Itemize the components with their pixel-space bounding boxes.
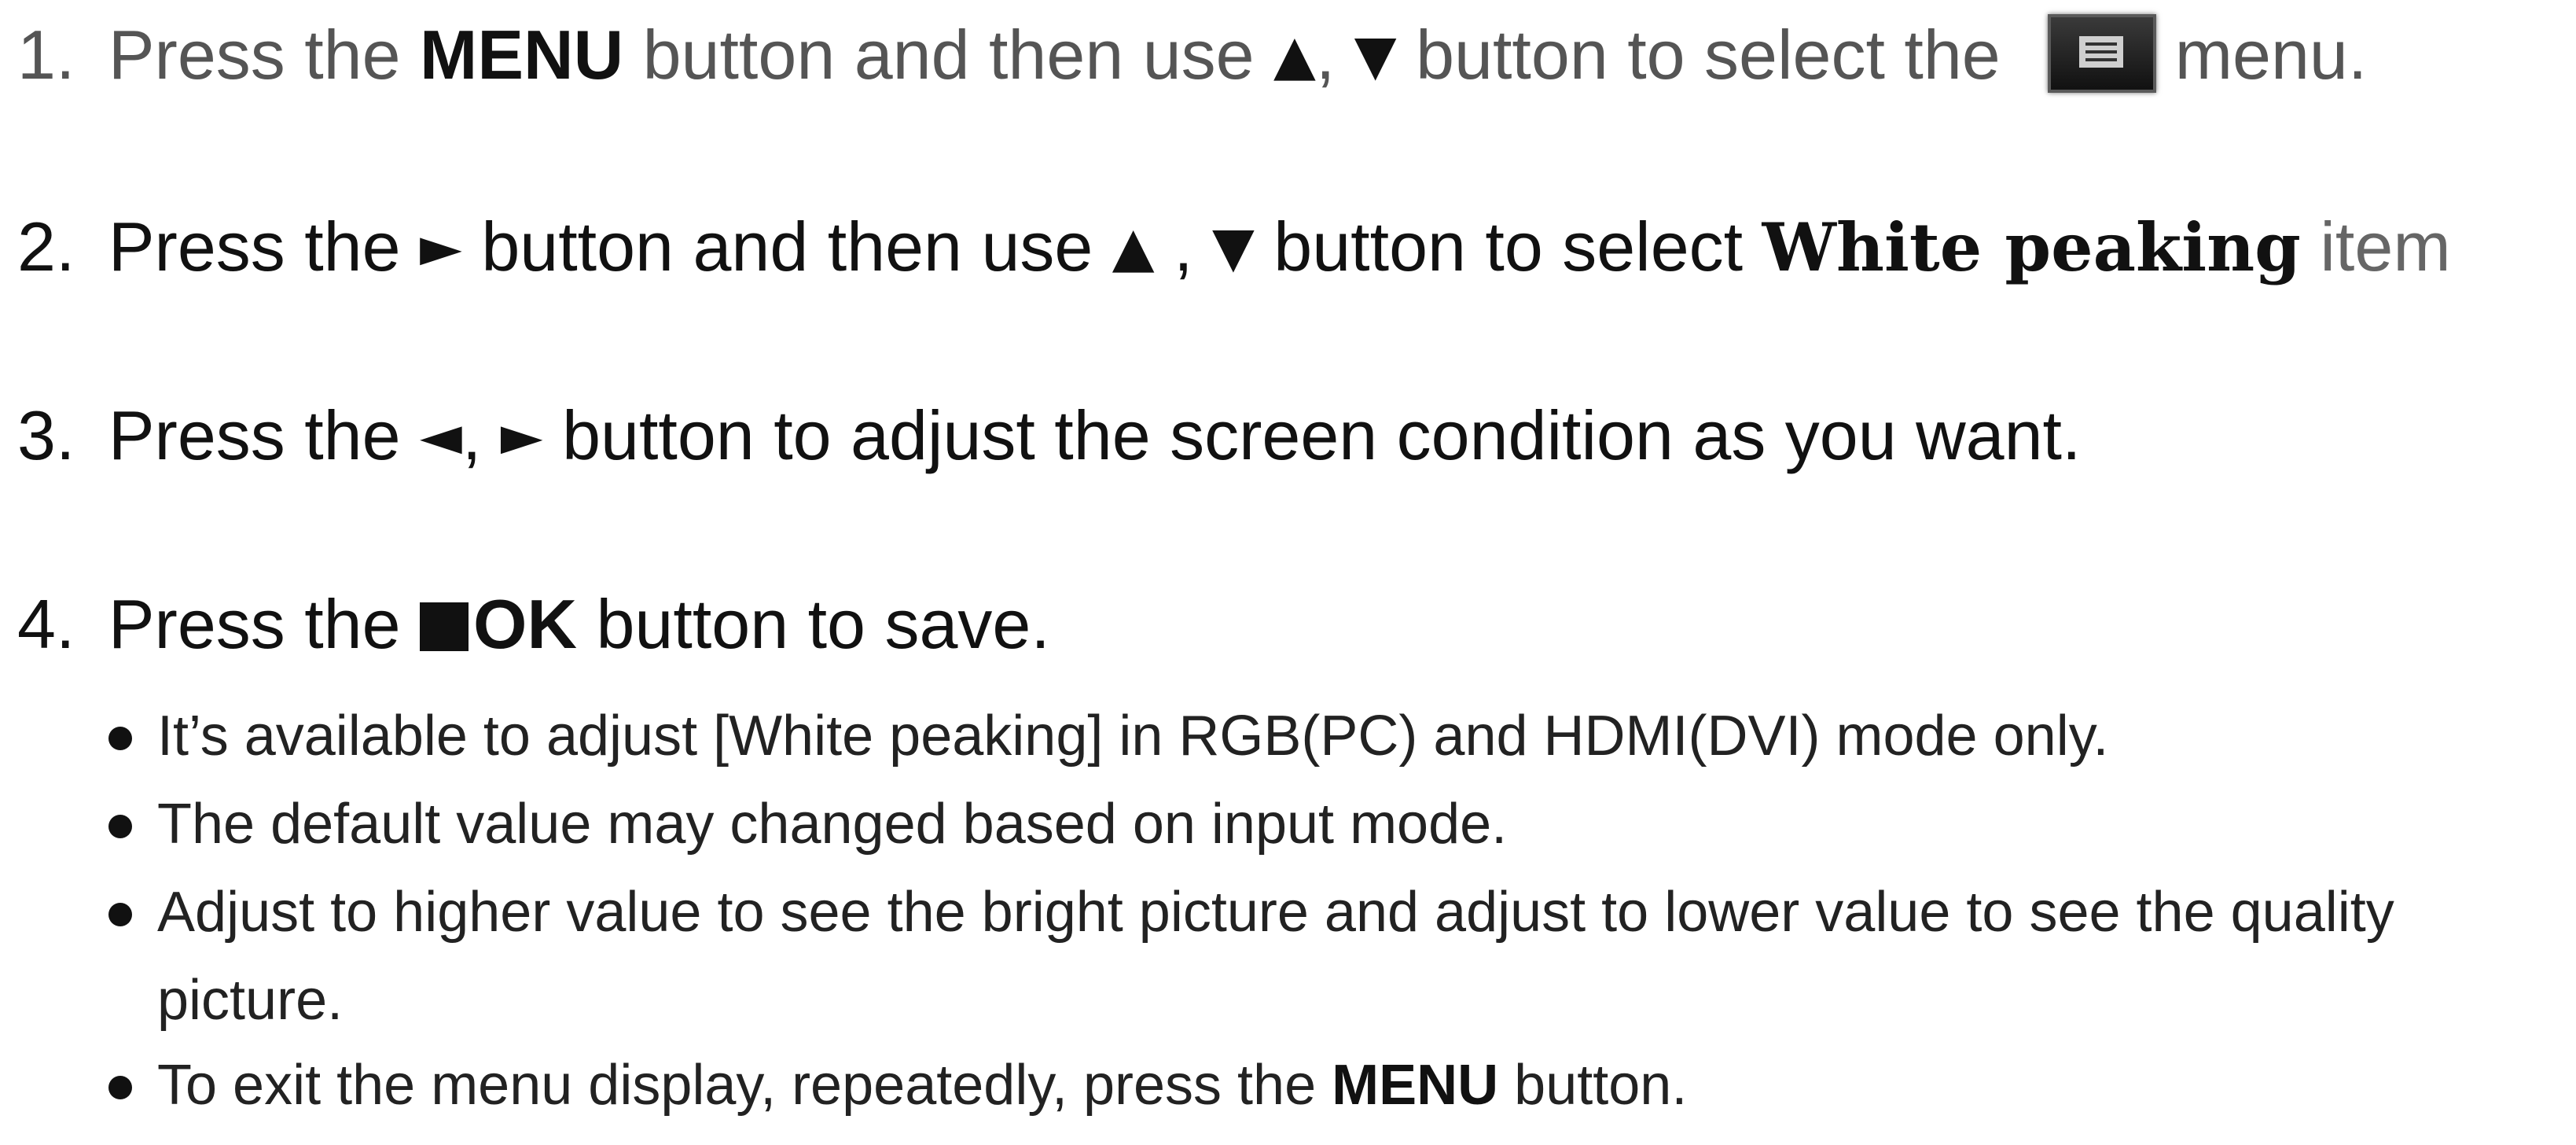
step-1: 1. Press the MENU button and then use ▲,… — [17, 14, 2367, 93]
up-arrow-icon: ▲ — [1112, 215, 1155, 279]
note-text: To exit the menu display, repeatedly, pr… — [157, 1054, 1317, 1117]
note-item: The default value may changed based on i… — [108, 796, 2576, 852]
step-number: 4. — [17, 585, 75, 663]
separator: , — [461, 396, 482, 474]
step-number: 2. — [17, 208, 75, 285]
separator: , — [1154, 208, 1193, 285]
menu-button-label: MENU — [1332, 1054, 1499, 1117]
step-text: menu. — [2174, 16, 2368, 94]
step-text: Press the — [108, 585, 401, 663]
white-peaking-label: White peaking — [1762, 208, 2301, 286]
note-item: To exit the menu display, repeatedly, pr… — [108, 1057, 2576, 1114]
step-text: button to adjust the screen condition as… — [562, 396, 2082, 474]
step-text: button to save. — [596, 585, 1050, 663]
notes-list: It’s available to adjust [White peaking]… — [108, 708, 2576, 1145]
step-4: 4. Press the OK button to save. — [17, 590, 1050, 659]
step-number: 3. — [17, 396, 75, 474]
step-text: button to select the — [1416, 16, 2001, 94]
menu-button-label: MENU — [420, 16, 624, 94]
bullet-icon — [108, 903, 132, 926]
right-arrow-icon: ► — [500, 403, 543, 468]
step-2: 2. Press the ► button and then use ▲ , ▼… — [17, 212, 2451, 282]
step-text: button to select — [1273, 208, 1744, 285]
note-text: The default value may changed based on i… — [157, 793, 1508, 856]
ok-button-label: OK — [473, 585, 578, 663]
step-text: Press the — [108, 16, 401, 94]
up-arrow-icon: ▲ — [1273, 23, 1316, 87]
down-arrow-icon: ▼ — [1354, 23, 1397, 87]
note-item: It’s available to adjust [White peaking]… — [108, 708, 2576, 764]
step-text: button and then use — [642, 16, 1255, 94]
ok-square-icon — [420, 602, 469, 651]
bullet-icon — [108, 815, 132, 838]
left-arrow-icon: ◄ — [420, 403, 462, 468]
step-number: 1. — [17, 16, 75, 94]
step-text: Press the — [108, 396, 401, 474]
picture-menu-icon — [2047, 14, 2156, 93]
note-text: It’s available to adjust [White peaking]… — [157, 705, 2109, 768]
down-arrow-icon: ▼ — [1211, 215, 1255, 279]
note-item: Adjust to higher value to see the bright… — [108, 868, 2576, 1044]
bullet-icon — [108, 1076, 132, 1099]
step-text: Press the — [108, 208, 401, 285]
step-3: 3. Press the ◄, ► button to adjust the s… — [17, 401, 2081, 470]
note-text: button. — [1514, 1054, 1688, 1117]
separator: , — [1315, 16, 1336, 94]
step-text: button and then use — [481, 208, 1093, 285]
right-arrow-icon: ► — [420, 215, 462, 279]
bullet-icon — [108, 727, 132, 750]
step-text: item — [2320, 208, 2451, 285]
note-text: Adjust to higher value to see the bright… — [157, 881, 2394, 1032]
